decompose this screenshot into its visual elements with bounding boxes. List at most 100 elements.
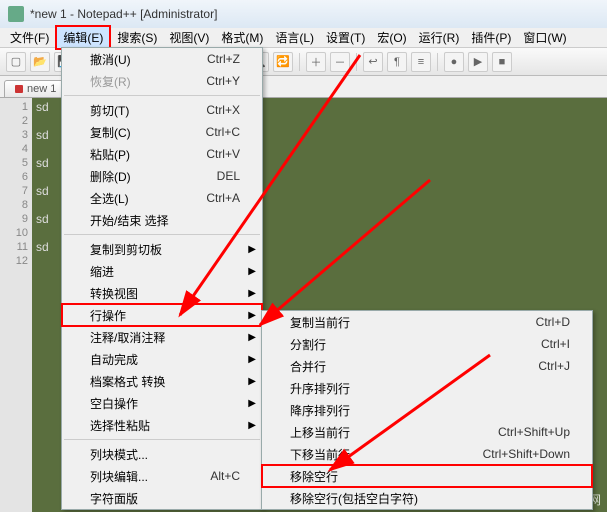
menu-item-label: 升序排列行 [290,380,350,397]
menu-5[interactable]: 语言(L) [269,27,320,48]
menu-7[interactable]: 宏(O) [371,27,412,48]
menu-item[interactable]: 注释/取消注释▶ [62,326,262,348]
menu-shortcut: Ctrl+Shift+Down [483,447,570,461]
menu-10[interactable]: 窗口(W) [517,27,572,48]
submenu-arrow-icon: ▶ [248,398,256,409]
menu-9[interactable]: 插件(P) [465,27,517,48]
line-number: 9 [0,212,28,226]
menu-item-label: 移除空行(包括空白字符) [290,490,418,507]
menu-separator [64,234,260,235]
menu-item: 恢复(R) Ctrl+Y [62,70,262,92]
menu-6[interactable]: 设置(T) [320,27,371,48]
menu-item-label: 复制(C) [90,124,131,141]
menu-shortcut: Ctrl+C [206,125,240,139]
menu-item[interactable]: 自动完成▶ [62,348,262,370]
menu-item[interactable]: 全选(L)Ctrl+A [62,187,262,209]
submenu-arrow-icon: ▶ [248,376,256,387]
menu-item-label: 自动完成 [90,351,138,368]
menu-item-label: 列块编辑... [90,468,148,485]
new-file-icon[interactable]: ▢ [6,52,26,72]
line-operations-submenu: 复制当前行Ctrl+D分割行Ctrl+I合并行Ctrl+J 升序排列行降序排列行上… [261,310,593,510]
menu-shortcut: Ctrl+J [538,359,570,373]
menu-item[interactable]: 粘贴(P)Ctrl+V [62,143,262,165]
line-number: 12 [0,254,28,268]
menu-item-label: 复制到剪切板 [90,241,162,258]
separator [299,53,300,71]
menu-4[interactable]: 格式(M) [215,27,269,48]
macro-stop-icon[interactable]: ■ [492,52,512,72]
menu-item[interactable]: 移除空行 [262,465,592,487]
menu-3[interactable]: 视图(V) [163,27,215,48]
menu-item-label: 降序排列行 [290,402,350,419]
menu-separator [64,439,260,440]
menu-item-label: 下移当前行 [290,446,350,463]
menu-item-label: 行操作 [90,307,126,324]
menu-shortcut: Ctrl+Y [206,74,240,88]
window-title: *new 1 - Notepad++ [Administrator] [30,7,217,21]
menu-item[interactable]: 剪切(T) Ctrl+X [62,99,262,121]
macro-play-icon[interactable]: ▶ [468,52,488,72]
file-tab[interactable]: new 1 [4,80,67,97]
menu-item[interactable]: 升序排列行 [262,377,592,399]
menu-8[interactable]: 运行(R) [413,27,466,48]
menu-item[interactable]: 下移当前行 Ctrl+Shift+Down [262,443,592,465]
menu-shortcut: Ctrl+Z [207,52,240,66]
menu-item[interactable]: 开始/结束 选择 [62,209,262,231]
macro-record-icon[interactable]: ● [444,52,464,72]
zoom-out-icon[interactable]: － [330,52,350,72]
menu-item-label: 字符面版 [90,490,138,507]
wrap-icon[interactable]: ↩ [363,52,383,72]
line-number: 1 [0,100,28,114]
menu-shortcut: Ctrl+X [206,103,240,117]
open-file-icon[interactable]: 📂 [30,52,50,72]
menu-item[interactable]: 移除空行(包括空白字符) [262,487,592,509]
menu-item-label: 空白操作 [90,395,138,412]
menu-item[interactable]: 列块编辑... Alt+C [62,465,262,487]
menu-item-label: 转换视图 [90,285,138,302]
menu-item-label: 分割行 [290,336,326,353]
menu-2[interactable]: 搜索(S) [111,27,163,48]
menu-item[interactable]: 撤消(U) Ctrl+Z [62,48,262,70]
menu-item[interactable]: 空白操作 ▶ [62,392,262,414]
menu-separator [64,95,260,96]
titlebar: *new 1 - Notepad++ [Administrator] [0,0,607,28]
show-chars-icon[interactable]: ¶ [387,52,407,72]
menu-item[interactable]: 字符面版 [62,487,262,509]
submenu-arrow-icon: ▶ [248,244,256,255]
menu-item[interactable]: 复制(C) Ctrl+C [62,121,262,143]
menu-0[interactable]: 文件(F) [4,27,55,48]
menu-item-label: 档案格式 转换 [90,373,165,390]
menu-shortcut: DEL [217,169,240,183]
replace-icon[interactable]: 🔁 [273,52,293,72]
submenu-arrow-icon: ▶ [248,332,256,343]
submenu-arrow-icon: ▶ [248,420,256,431]
menu-item-label: 恢复(R) [90,73,131,90]
menu-shortcut: Ctrl+Shift+Up [498,425,570,439]
submenu-arrow-icon: ▶ [248,310,256,321]
menu-item[interactable]: 列块模式... [62,443,262,465]
menu-item[interactable]: 档案格式 转换 ▶ [62,370,262,392]
line-number: 4 [0,142,28,156]
menu-item[interactable]: 复制到剪切板 ▶ [62,238,262,260]
menu-shortcut: Alt+C [210,469,240,483]
unsaved-dot-icon [15,85,23,93]
menu-item-label: 剪切(T) [90,102,129,119]
menu-item[interactable]: 复制当前行Ctrl+D [262,311,592,333]
menu-item[interactable]: 降序排列行 [262,399,592,421]
indent-guide-icon[interactable]: ≡ [411,52,431,72]
menu-item[interactable]: 选择性粘贴▶ [62,414,262,436]
menu-shortcut: Ctrl+V [206,147,240,161]
line-number: 2 [0,114,28,128]
menu-item-label: 撤消(U) [90,51,131,68]
menu-item-label: 列块模式... [90,446,148,463]
menu-item[interactable]: 合并行Ctrl+J [262,355,592,377]
menu-item[interactable]: 分割行Ctrl+I [262,333,592,355]
menu-item[interactable]: 删除(D)DEL [62,165,262,187]
menu-item[interactable]: 缩进▶ [62,260,262,282]
menu-shortcut: Ctrl+D [536,315,570,329]
menu-item[interactable]: 行操作 ▶ [62,304,262,326]
zoom-in-icon[interactable]: ＋ [306,52,326,72]
line-number: 7 [0,184,28,198]
menu-item[interactable]: 转换视图▶ [62,282,262,304]
menu-item[interactable]: 上移当前行Ctrl+Shift+Up [262,421,592,443]
